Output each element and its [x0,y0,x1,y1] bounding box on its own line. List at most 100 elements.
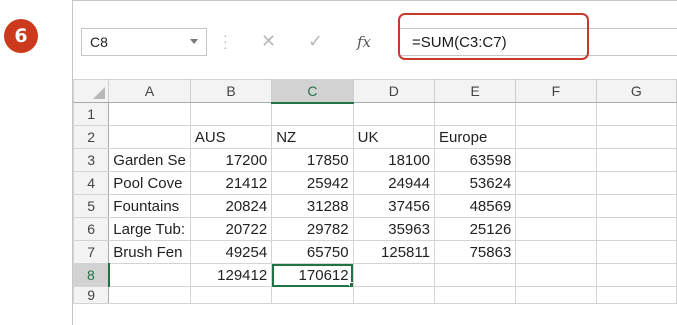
cell[interactable] [352,102,435,126]
cell[interactable]: 35963 [352,217,435,241]
cell[interactable] [189,286,273,304]
table-row: 5 Fountains 20824 31288 37456 48569 [73,194,677,218]
cell[interactable] [595,148,677,172]
cell[interactable]: Garden Se [108,148,191,172]
cell[interactable] [515,102,597,126]
cell[interactable] [595,217,677,241]
table-row: 6 Large Tub: 20722 29782 35963 25126 [73,217,677,241]
cell[interactable]: 31288 [271,194,354,218]
cell[interactable] [595,263,677,287]
column-header-g[interactable]: G [595,79,677,103]
cell[interactable]: NZ [271,125,354,149]
cell[interactable] [271,286,354,304]
cell[interactable] [515,148,597,172]
column-header-a[interactable]: A [108,79,191,103]
cell[interactable] [433,286,517,304]
cell[interactable]: Large Tub: [108,217,191,241]
table-row: 1 [73,102,677,126]
excel-window: C8 · · · ✕ ✓ fx =SUM(C3:C7) A B C D E F … [72,0,677,325]
cell[interactable]: 37456 [352,194,435,218]
table-row: 4 Pool Cove 21412 25942 24944 53624 [73,171,677,195]
insert-function-icon[interactable]: fx [357,33,371,51]
active-cell-value: 170612 [298,266,349,284]
cell[interactable] [515,240,597,264]
cell[interactable] [595,171,677,195]
cell[interactable]: 53624 [433,171,517,195]
cell[interactable]: 21412 [189,171,273,195]
cell[interactable]: 63598 [433,148,517,172]
table-row: 9 [73,286,677,304]
select-all-corner[interactable] [73,79,110,103]
cell[interactable]: AUS [189,125,273,149]
row-header[interactable]: 6 [73,217,110,241]
cell[interactable] [271,102,354,126]
cell[interactable]: 49254 [189,240,273,264]
table-row: 2 AUS NZ UK Europe [73,125,677,149]
column-header-b[interactable]: B [189,79,273,103]
cell[interactable]: 125811 [352,240,435,264]
cell[interactable]: UK [352,125,435,149]
cell[interactable] [433,102,517,126]
cell[interactable]: 25942 [271,171,354,195]
enter-checkmark-icon[interactable]: ✓ [308,31,323,52]
active-cell[interactable]: 170612 [271,263,354,287]
cell[interactable] [352,286,435,304]
cell[interactable] [108,102,191,126]
cell[interactable] [352,263,435,287]
cell[interactable]: 25126 [433,217,517,241]
cell[interactable]: 18100 [352,148,435,172]
row-header[interactable]: 4 [73,171,110,195]
cell[interactable]: 20722 [189,217,273,241]
column-header-c[interactable]: C [271,79,354,104]
row-header[interactable]: 9 [73,286,110,304]
row-header[interactable]: 5 [73,194,110,218]
step-number-badge: 6 [4,19,38,53]
row-header[interactable]: 7 [73,240,110,264]
cell[interactable] [515,125,597,149]
row-header[interactable]: 8 [73,263,110,287]
select-all-icon [93,87,106,99]
fill-handle[interactable] [348,282,353,286]
cell[interactable]: 24944 [352,171,435,195]
cancel-icon[interactable]: ✕ [261,31,276,52]
row-header[interactable]: 2 [73,125,110,149]
cell[interactable]: 17200 [189,148,273,172]
cell[interactable]: Pool Cove [108,171,191,195]
column-header-e[interactable]: E [433,79,517,103]
cell[interactable]: Brush Fen [108,240,191,264]
cell[interactable] [433,263,517,287]
cell[interactable]: 29782 [271,217,354,241]
formula-highlight-callout [398,13,589,60]
cell[interactable]: 17850 [271,148,354,172]
cell[interactable]: Europe [433,125,517,149]
row-header[interactable]: 1 [73,102,110,126]
cell[interactable]: 65750 [271,240,354,264]
cell[interactable]: Fountains [108,194,191,218]
cell[interactable] [515,171,597,195]
name-box[interactable]: C8 [81,28,207,56]
table-row: 3 Garden Se 17200 17850 18100 63598 [73,148,677,172]
cell[interactable] [189,102,273,126]
cell[interactable] [595,102,677,126]
cell[interactable] [595,286,677,304]
cell[interactable] [595,194,677,218]
cell[interactable]: 20824 [189,194,273,218]
cell[interactable] [515,194,597,218]
cell[interactable] [108,125,191,149]
cell[interactable]: 48569 [433,194,517,218]
cell[interactable]: 75863 [433,240,517,264]
cell[interactable] [515,286,597,304]
column-header-f[interactable]: F [515,79,597,103]
cell[interactable] [108,286,191,304]
cell[interactable]: 129412 [189,263,273,287]
chevron-down-icon[interactable] [190,39,198,44]
cell[interactable] [515,217,597,241]
table-row: 7 Brush Fen 49254 65750 125811 75863 [73,240,677,264]
cell[interactable] [595,125,677,149]
name-box-value: C8 [90,34,108,50]
column-header-d[interactable]: D [352,79,435,103]
cell[interactable] [595,240,677,264]
row-header[interactable]: 3 [73,148,110,172]
cell[interactable] [515,263,597,287]
cell[interactable] [108,263,191,287]
